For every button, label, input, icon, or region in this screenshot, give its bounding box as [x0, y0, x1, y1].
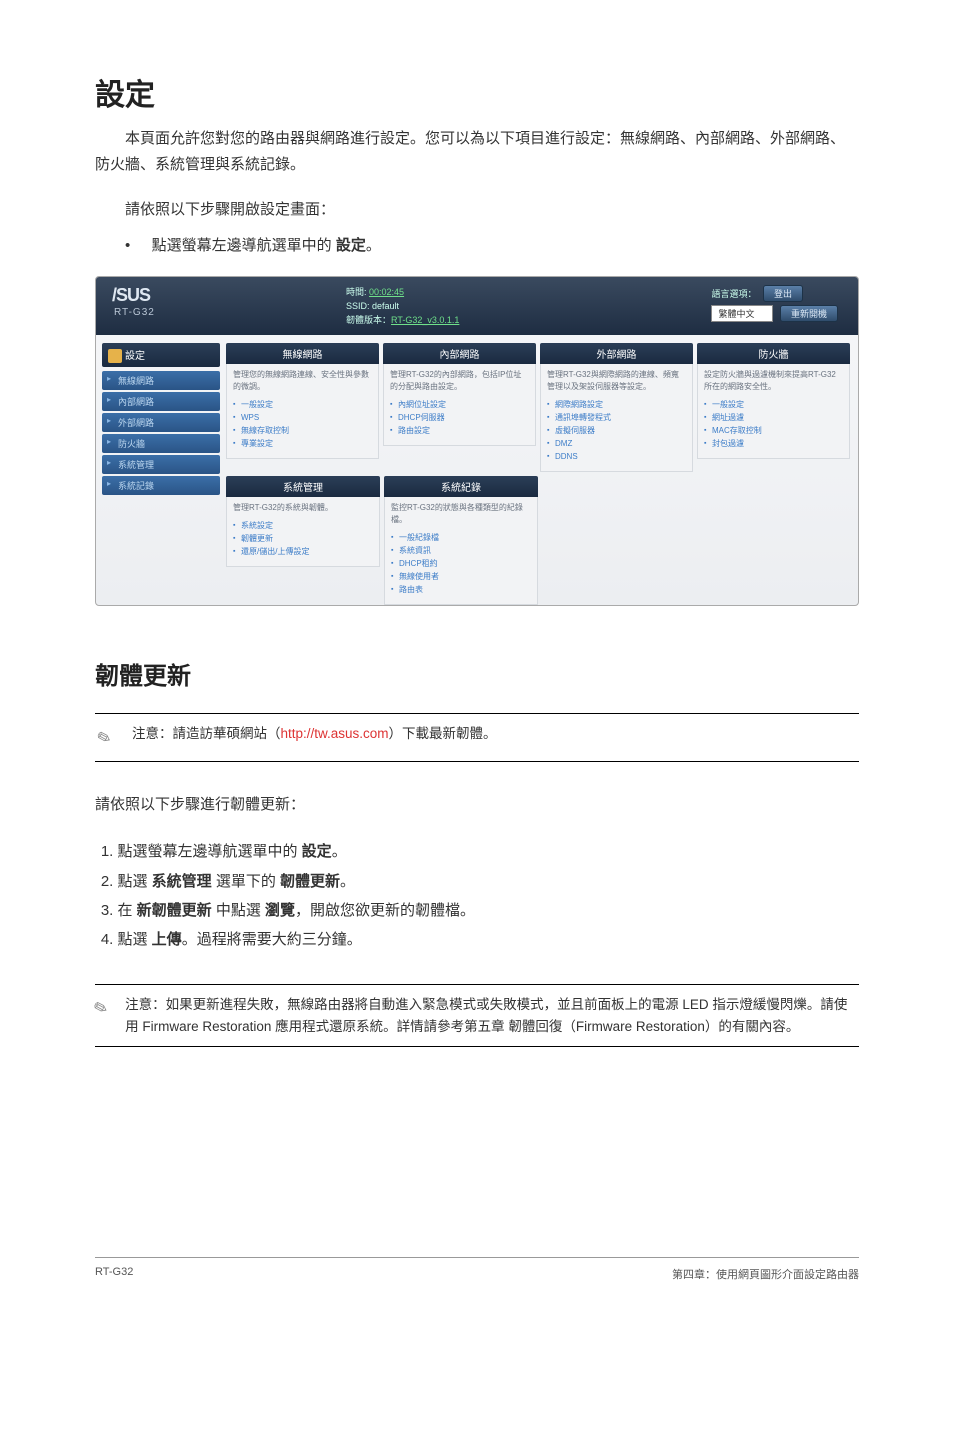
card-link[interactable]: DMZ — [547, 437, 686, 450]
ssid-label: SSID: default — [346, 301, 399, 311]
card-link[interactable]: 封包過濾 — [704, 437, 843, 450]
card-link[interactable]: 韌體更新 — [233, 532, 373, 545]
note1-prefix: 注意：請造訪華碩網站（ — [132, 726, 281, 741]
fw-label: 韌體版本： — [346, 315, 391, 325]
settings-card: 無線網路管理您的無線網路連線、安全性與參數的微調。一般設定WPS無線存取控制專業… — [226, 343, 379, 472]
lang-label: 語言選項： — [711, 289, 756, 299]
asus-link[interactable]: http://tw.asus.com — [281, 726, 389, 741]
card-link[interactable]: 系統資訊 — [391, 544, 531, 557]
card-link[interactable]: WPS — [233, 411, 372, 424]
card-link[interactable]: 通訊埠轉發程式 — [547, 411, 686, 424]
list-item: 點選螢幕左邊導航選單中的 設定。 — [118, 837, 860, 866]
card-body: 監控RT-G32的狀態與各種類型的紀錄檔。一般紀錄檔系統資訊DHCP租約無線使用… — [384, 497, 538, 605]
card-link[interactable]: 專業設定 — [233, 437, 372, 450]
card-body: 管理您的無線網路連線、安全性與參數的微調。一般設定WPS無線存取控制專業設定 — [226, 364, 379, 459]
card-link[interactable]: 網際網路設定 — [547, 398, 686, 411]
card-link[interactable]: 一般設定 — [704, 398, 843, 411]
firmware-steps-list: 點選螢幕左邊導航選單中的 設定。點選 系統管理 選單下的 韌體更新。在 新韌體更… — [95, 837, 859, 954]
card-subtitle: 設定防火牆與過濾機制來提高RT-G32所在的網路安全性。 — [704, 369, 843, 393]
firmware-update-heading: 韌體更新 — [95, 656, 859, 691]
card-link[interactable]: 還原/儲出/上傳設定 — [233, 545, 373, 558]
card-subtitle: 管理RT-G32的內部網路，包括IP位址的分配與路由設定。 — [390, 369, 529, 393]
sidebar-item[interactable]: 防火牆 — [102, 434, 220, 453]
note-icon: ✎ — [90, 720, 122, 755]
settings-card: 系統紀錄監控RT-G32的狀態與各種類型的紀錄檔。一般紀錄檔系統資訊DHCP租約… — [384, 476, 538, 605]
settings-card: 系統管理管理RT-G32的系統與韌體。系統設定韌體更新還原/儲出/上傳設定 — [226, 476, 380, 605]
sidebar-item[interactable]: 系統記錄 — [102, 476, 220, 495]
card-header: 系統紀錄 — [384, 476, 538, 497]
footer-right: 第四章：使用網頁圖形介面設定路由器 — [672, 1266, 859, 1282]
card-body: 管理RT-G32與網際網路的連線、頻寬管理以及架設伺服器等設定。網際網路設定通訊… — [540, 364, 693, 472]
brand-logo: /SUS — [112, 285, 150, 306]
note2-text: 注意：如果更新進程失敗，無線路由器將自動進入緊急模式或失敗模式，並且前面板上的電… — [125, 994, 859, 1037]
card-subtitle: 監控RT-G32的狀態與各種類型的紀錄檔。 — [391, 502, 531, 526]
card-link[interactable]: 系統設定 — [233, 519, 373, 532]
sidebar-item[interactable]: 外部網路 — [102, 413, 220, 432]
bullet-text-suffix: 。 — [366, 237, 381, 254]
list-item: 在 新韌體更新 中點選 瀏覽，開啟您欲更新的韌體檔。 — [118, 896, 860, 925]
time-label: 時間: — [346, 287, 369, 297]
card-link[interactable]: DHCP伺服器 — [390, 411, 529, 424]
card-link[interactable]: 虛擬伺服器 — [547, 424, 686, 437]
card-header: 無線網路 — [226, 343, 379, 364]
logout-button[interactable]: 登出 — [763, 285, 803, 302]
card-link[interactable]: 路由設定 — [390, 424, 529, 437]
bullet-text-bold: 設定 — [336, 237, 366, 254]
card-subtitle: 管理RT-G32與網際網路的連線、頻寬管理以及架設伺服器等設定。 — [547, 369, 686, 393]
note-box-2: ✎ 注意：如果更新進程失敗，無線路由器將自動進入緊急模式或失敗模式，並且前面板上… — [95, 984, 859, 1047]
card-header: 系統管理 — [226, 476, 380, 497]
settings-icon — [108, 349, 122, 363]
note-icon: ✎ — [87, 993, 119, 1039]
card-body: 管理RT-G32的內部網路，包括IP位址的分配與路由設定。內網位址設定DHCP伺… — [383, 364, 536, 446]
list-item: 點選 系統管理 選單下的 韌體更新。 — [118, 867, 860, 896]
reboot-button[interactable]: 重新開機 — [780, 305, 838, 322]
card-link[interactable]: DDNS — [547, 450, 686, 463]
bullet-text-prefix: 點選螢幕左邊導航選單中的 — [152, 237, 336, 254]
list-item: 點選 上傳。過程將需要大約三分鐘。 — [118, 925, 860, 954]
settings-card: 外部網路管理RT-G32與網際網路的連線、頻寬管理以及架設伺服器等設定。網際網路… — [540, 343, 693, 472]
settings-card: 防火牆設定防火牆與過濾機制來提高RT-G32所在的網路安全性。一般設定網址過濾M… — [697, 343, 850, 472]
page-title: 設定 — [95, 70, 859, 114]
card-subtitle: 管理您的無線網路連線、安全性與參數的微調。 — [233, 369, 372, 393]
page-footer: RT-G32 第四章：使用網頁圖形介面設定路由器 — [95, 1257, 859, 1282]
card-link[interactable]: 路由表 — [391, 583, 531, 596]
bullet-step: • 點選螢幕左邊導航選單中的 設定。 — [95, 233, 859, 259]
card-body: 設定防火牆與過濾機制來提高RT-G32所在的網路安全性。一般設定網址過濾MAC存… — [697, 364, 850, 459]
time-link[interactable]: 00:02:45 — [369, 287, 404, 297]
footer-left: RT-G32 — [95, 1266, 133, 1282]
router-settings-screenshot: /SUS RT-G32 時間: 00:02:45 SSID: default 韌… — [95, 276, 859, 606]
sidebar-item[interactable]: 無線網路 — [102, 371, 220, 390]
note1-suffix: ）下載最新韌體。 — [389, 726, 497, 741]
card-link[interactable]: 無線使用者 — [391, 570, 531, 583]
bullet-dot-icon: • — [125, 233, 148, 259]
sidebar-header: 設定 — [102, 343, 220, 367]
model-label: RT-G32 — [114, 307, 155, 318]
note-box-1: ✎ 注意：請造訪華碩網站（http://tw.asus.com）下載最新韌體。 — [95, 713, 859, 762]
steps-intro: 請依照以下步驟開啟設定畫面： — [95, 197, 859, 223]
card-link[interactable]: 無線存取控制 — [233, 424, 372, 437]
card-header: 外部網路 — [540, 343, 693, 364]
card-header: 內部網路 — [383, 343, 536, 364]
fw-link[interactable]: RT-G32_v3.0.1.1 — [391, 315, 459, 325]
card-header: 防火牆 — [697, 343, 850, 364]
sidebar-item[interactable]: 系統管理 — [102, 455, 220, 474]
card-link[interactable]: 網址過濾 — [704, 411, 843, 424]
card-link[interactable]: 內網位址設定 — [390, 398, 529, 411]
sidebar-item[interactable]: 內部網路 — [102, 392, 220, 411]
card-subtitle: 管理RT-G32的系統與韌體。 — [233, 502, 373, 514]
card-link[interactable]: 一般設定 — [233, 398, 372, 411]
intro-paragraph: 本頁面允許您對您的路由器與網路進行設定。您可以為以下項目進行設定：無線網路、內部… — [95, 126, 859, 177]
card-link[interactable]: MAC存取控制 — [704, 424, 843, 437]
card-link[interactable]: 一般紀錄檔 — [391, 531, 531, 544]
settings-card: 內部網路管理RT-G32的內部網路，包括IP位址的分配與路由設定。內網位址設定D… — [383, 343, 536, 472]
card-body: 管理RT-G32的系統與韌體。系統設定韌體更新還原/儲出/上傳設定 — [226, 497, 380, 567]
language-select[interactable]: 繁體中文 — [711, 305, 773, 322]
steps2-intro: 請依照以下步驟進行韌體更新： — [95, 792, 859, 818]
card-link[interactable]: DHCP租約 — [391, 557, 531, 570]
